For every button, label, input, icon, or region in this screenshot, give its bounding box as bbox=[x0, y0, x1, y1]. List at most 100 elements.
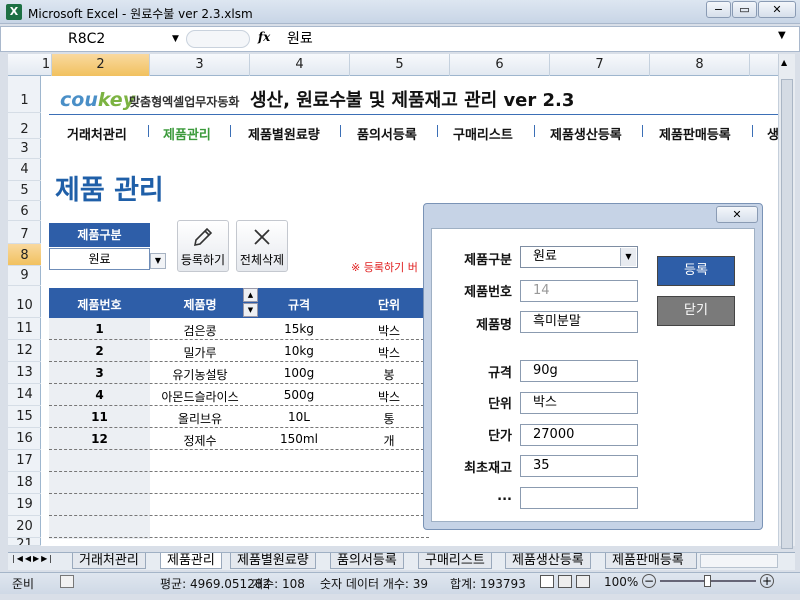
tab-nav-arrows-icon[interactable]: |◀◀▶▶| bbox=[12, 554, 54, 563]
page-break-view-icon[interactable] bbox=[576, 575, 590, 588]
menu-item-sales[interactable]: 제품판매등록 bbox=[659, 124, 731, 143]
row-header[interactable]: 8 bbox=[8, 244, 41, 266]
dialog-close-text-button[interactable]: 닫기 bbox=[657, 296, 735, 326]
field-unit[interactable]: 박스 bbox=[520, 392, 638, 414]
horizontal-scrollbar[interactable] bbox=[700, 554, 778, 568]
row-header[interactable]: 20 bbox=[8, 516, 41, 538]
table-row-empty[interactable] bbox=[49, 450, 429, 472]
fx-icon[interactable]: fx bbox=[258, 30, 270, 44]
sheet-tab-production[interactable]: 제품생산등록 bbox=[505, 553, 591, 569]
cell-name: 올리브유 bbox=[177, 412, 223, 426]
row-header[interactable]: 19 bbox=[8, 494, 41, 516]
formula-bar-divider bbox=[186, 30, 250, 48]
column-header[interactable]: 5 bbox=[350, 54, 450, 76]
expand-formula-icon[interactable]: ▼ bbox=[778, 30, 786, 41]
field-initial-stock[interactable]: 35 bbox=[520, 455, 638, 477]
menu-item-more[interactable]: 생 bbox=[767, 124, 778, 143]
delete-all-button[interactable]: 전체삭제 bbox=[236, 220, 288, 272]
table-row[interactable]: 12 정제수 150ml 개 bbox=[49, 428, 429, 450]
field-price[interactable]: 27000 bbox=[520, 424, 638, 446]
table-row-empty[interactable] bbox=[49, 494, 429, 516]
column-header[interactable]: 7 bbox=[550, 54, 650, 76]
menu-item-requisition[interactable]: 품의서등록 bbox=[357, 124, 417, 143]
row-header[interactable]: 16 bbox=[8, 428, 41, 450]
column-header[interactable]: 8 bbox=[650, 54, 750, 76]
row-header[interactable]: 1 bbox=[8, 76, 41, 113]
close-button[interactable]: ✕ bbox=[758, 1, 796, 18]
table-row-empty[interactable] bbox=[49, 516, 429, 538]
row-header[interactable]: 3 bbox=[8, 139, 41, 159]
minimize-button[interactable]: − bbox=[706, 1, 731, 18]
normal-view-icon[interactable] bbox=[540, 575, 554, 588]
menu-item-products[interactable]: 제품관리 bbox=[163, 124, 211, 143]
sheet-tab-purchase[interactable]: 구매리스트 bbox=[418, 553, 492, 569]
row-header[interactable]: 17 bbox=[8, 450, 41, 472]
field-product-name[interactable]: 흑미분말 bbox=[520, 311, 638, 333]
scroll-up-icon[interactable]: ▲ bbox=[781, 58, 787, 67]
table-row[interactable]: 11 올리브유 10L 통 bbox=[49, 406, 429, 428]
table-row-empty[interactable] bbox=[49, 472, 429, 494]
cell-unit: 통 bbox=[383, 412, 395, 426]
row-header[interactable]: 7 bbox=[8, 221, 41, 244]
column-header[interactable]: 3 bbox=[150, 54, 250, 76]
field-label-category: 제품구분 bbox=[464, 253, 512, 268]
sort-up-icon[interactable]: ▲ bbox=[243, 288, 258, 302]
dialog-close-button[interactable]: ✕ bbox=[716, 206, 758, 223]
field-spec[interactable]: 90g bbox=[520, 360, 638, 382]
field-product-no[interactable]: 14 bbox=[520, 280, 638, 302]
menu-item-clients[interactable]: 거래처관리 bbox=[67, 124, 127, 143]
menu-item-purchase-list[interactable]: 구매리스트 bbox=[453, 124, 513, 143]
row-header[interactable]: 4 bbox=[8, 159, 41, 181]
column-header[interactable]: 6 bbox=[450, 54, 550, 76]
row-header[interactable]: 10 bbox=[8, 286, 41, 318]
row-header[interactable]: 6 bbox=[8, 201, 41, 221]
menu-separator bbox=[340, 125, 341, 137]
menu-item-materials-per-product[interactable]: 제품별원료량 bbox=[248, 124, 320, 143]
row-header[interactable]: 18 bbox=[8, 472, 41, 494]
vertical-scrollbar[interactable]: ▲ bbox=[778, 54, 795, 549]
row-header[interactable]: 12 bbox=[8, 340, 41, 362]
sheet-tab-sales[interactable]: 제품판매등록 bbox=[605, 553, 697, 569]
table-row[interactable]: 1 검은콩 15kg 박스 bbox=[49, 318, 429, 340]
sort-spinner[interactable]: ▲ ▼ bbox=[243, 288, 258, 318]
row-header[interactable]: 14 bbox=[8, 384, 41, 406]
row-header[interactable]: 2 bbox=[8, 113, 41, 139]
sheet-tab-materials[interactable]: 제품별원료량 bbox=[230, 553, 316, 569]
name-box[interactable]: R8C2 bbox=[8, 29, 184, 49]
row-header[interactable]: 15 bbox=[8, 406, 41, 428]
menu-item-production[interactable]: 제품생산등록 bbox=[550, 124, 622, 143]
zoom-in-icon[interactable]: + bbox=[760, 574, 774, 588]
column-header[interactable]: 4 bbox=[250, 54, 350, 76]
status-count: 개수: 108 bbox=[252, 577, 305, 591]
row-header[interactable]: 11 bbox=[8, 318, 41, 340]
sort-down-icon[interactable]: ▼ bbox=[243, 303, 258, 317]
scroll-thumb[interactable] bbox=[781, 79, 793, 549]
table-row[interactable]: 3 유기농설탕 100g 봉 bbox=[49, 362, 429, 384]
field-more[interactable] bbox=[520, 487, 638, 509]
macro-record-icon[interactable] bbox=[60, 575, 74, 588]
zoom-out-icon[interactable]: − bbox=[642, 574, 656, 588]
sheet-tab-clients[interactable]: 거래처관리 bbox=[72, 553, 146, 569]
category-select[interactable]: 원료 bbox=[49, 248, 150, 270]
chevron-down-icon[interactable]: ▼ bbox=[150, 253, 166, 269]
column-header[interactable]: 2 bbox=[52, 54, 150, 76]
zoom-slider-handle[interactable] bbox=[704, 575, 711, 587]
table-row[interactable]: 4 아몬드슬라이스 500g 박스 bbox=[49, 384, 429, 406]
column-header-name: 제품명 bbox=[183, 298, 217, 312]
chevron-down-icon[interactable]: ▼ bbox=[172, 30, 184, 48]
page-layout-view-icon[interactable] bbox=[558, 575, 572, 588]
chevron-down-icon[interactable]: ▼ bbox=[620, 248, 636, 266]
row-header[interactable]: 9 bbox=[8, 266, 41, 286]
restore-button[interactable]: ▭ bbox=[732, 1, 757, 18]
row-header[interactable]: 21 bbox=[8, 538, 41, 546]
sheet-tab-requisition[interactable]: 품의서등록 bbox=[330, 553, 404, 569]
sheet-tab-products[interactable]: 제품관리 bbox=[160, 553, 222, 569]
table-row[interactable]: 2 밀가루 10kg 박스 bbox=[49, 340, 429, 362]
row-header[interactable]: 13 bbox=[8, 362, 41, 384]
cell-name: 정제수 bbox=[183, 434, 217, 448]
dialog-register-button[interactable]: 등록 bbox=[657, 256, 735, 286]
register-button[interactable]: 등록하기 bbox=[177, 220, 229, 272]
column-header[interactable]: 1 bbox=[41, 54, 52, 76]
formula-input[interactable]: 원료 bbox=[287, 29, 313, 49]
row-header[interactable]: 5 bbox=[8, 181, 41, 201]
